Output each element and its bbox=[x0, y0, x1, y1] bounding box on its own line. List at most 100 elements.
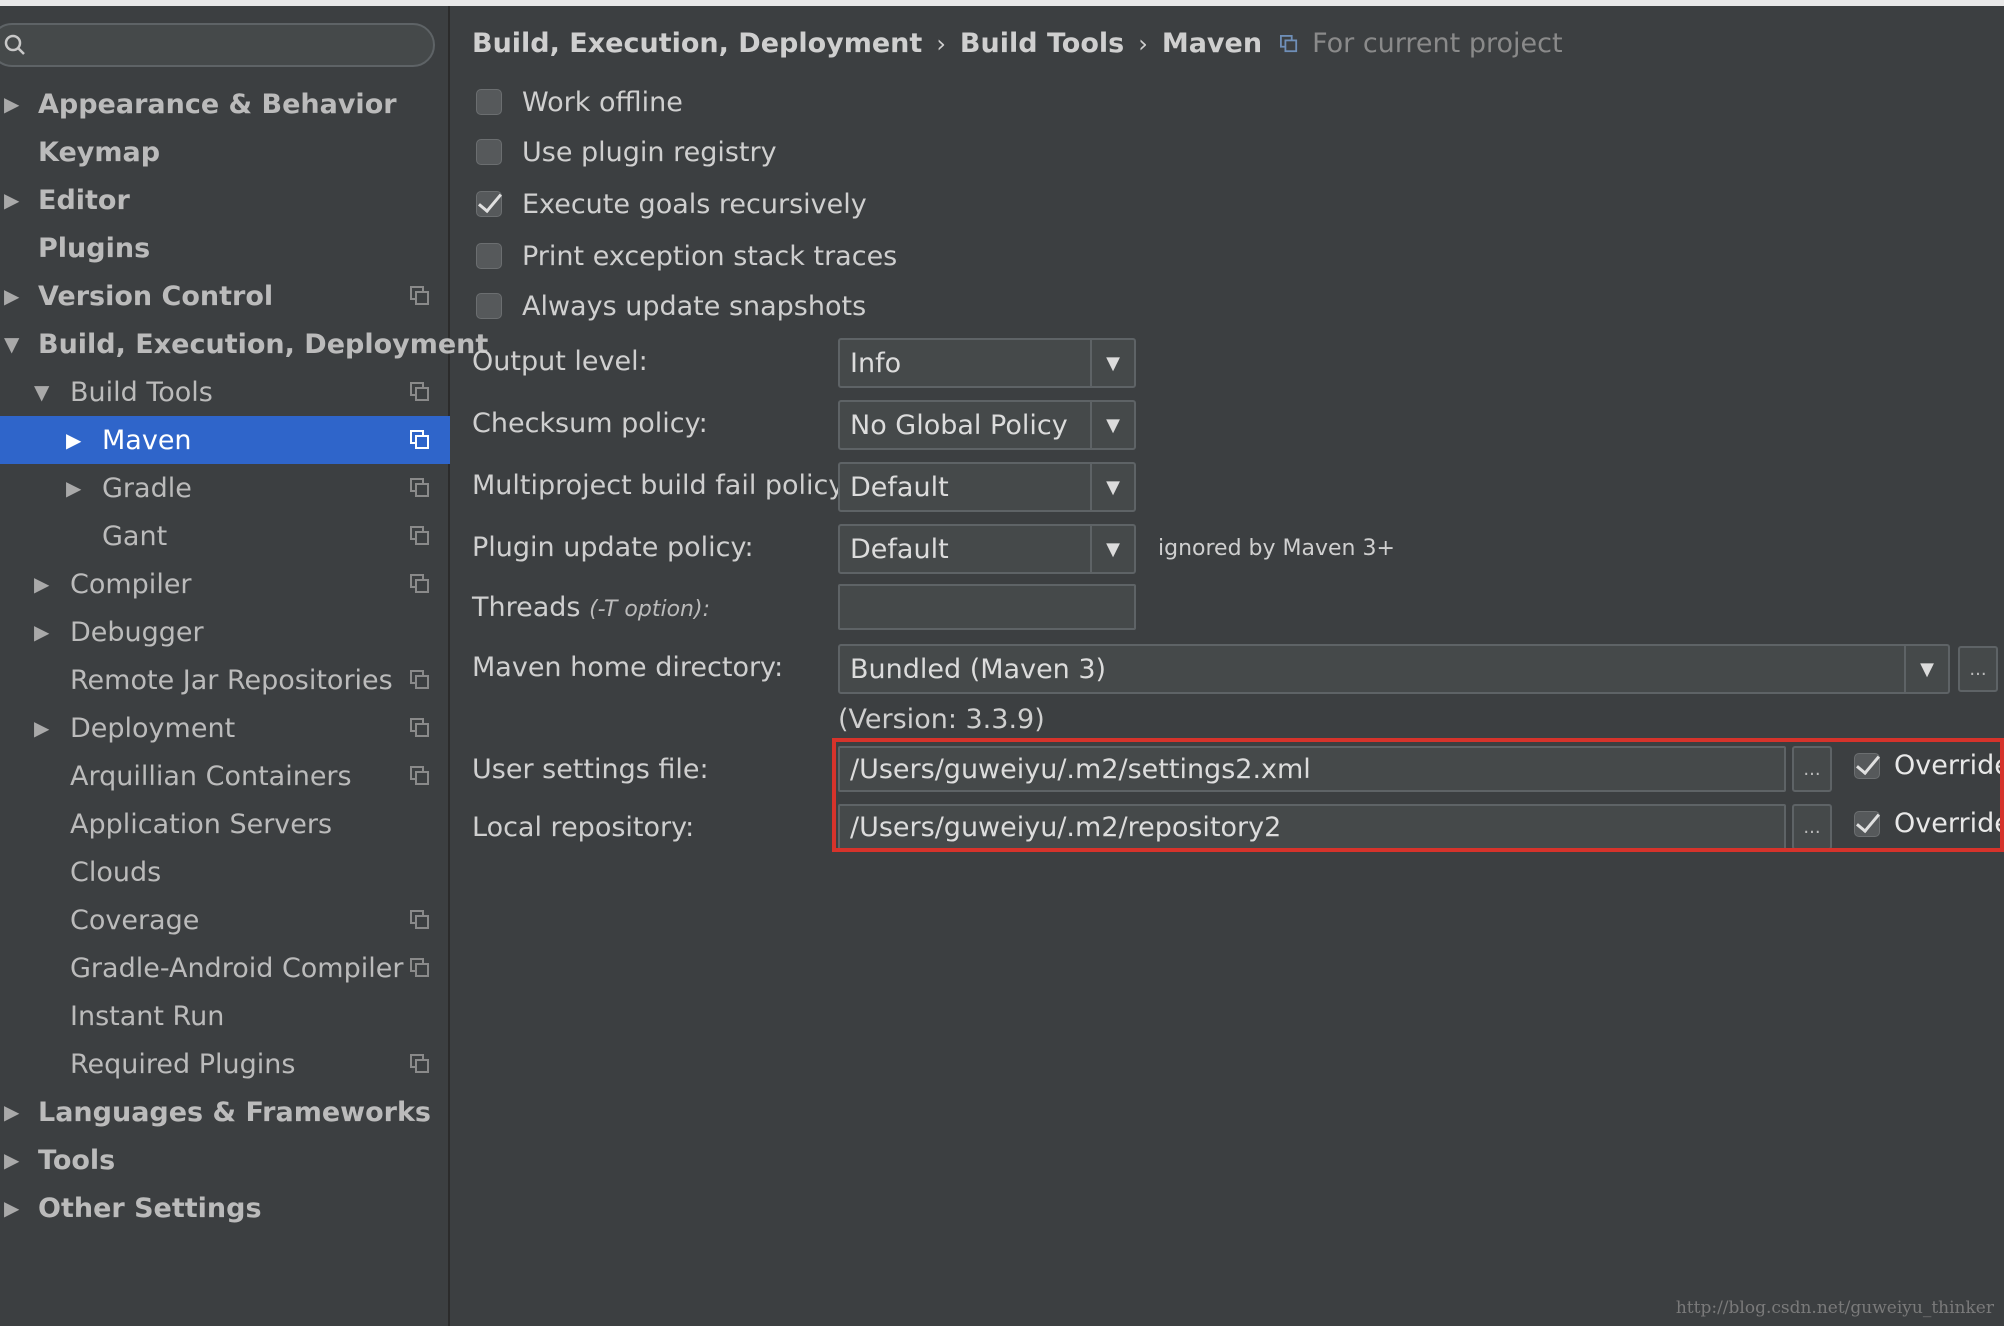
project-level-icon bbox=[410, 286, 429, 305]
sidebar-item-version-control[interactable]: ▶ Version Control bbox=[0, 272, 450, 320]
project-level-icon bbox=[410, 478, 429, 497]
project-level-icon bbox=[410, 430, 429, 449]
print-exception-checkbox[interactable] bbox=[476, 243, 502, 269]
breadcrumb-build-tools: Build Tools bbox=[959, 28, 1125, 59]
checksum-policy-value: No Global Policy bbox=[850, 409, 1068, 441]
checksum-policy-select[interactable]: No Global Policy ▼ bbox=[838, 400, 1136, 450]
always-update-snapshots-checkbox[interactable] bbox=[476, 293, 502, 319]
maven-home-browse-button[interactable]: ... bbox=[1958, 646, 1998, 692]
local-repository-label: Local repository: bbox=[472, 812, 695, 843]
dropdown-arrow-icon[interactable]: ▼ bbox=[1090, 464, 1134, 510]
work-offline-checkbox[interactable] bbox=[476, 89, 502, 115]
multiproject-fail-policy-label: Multiproject build fail policy: bbox=[472, 470, 852, 501]
threads-hint: (-T option): bbox=[589, 597, 710, 622]
project-level-icon bbox=[410, 718, 429, 737]
dropdown-arrow-icon[interactable]: ▼ bbox=[1090, 402, 1134, 448]
chevron-right-icon[interactable]: ▶ bbox=[4, 1150, 24, 1170]
project-level-icon bbox=[410, 670, 429, 689]
sidebar-item-tools[interactable]: ▶ Tools bbox=[0, 1136, 450, 1184]
for-current-project-note: For current project bbox=[1312, 28, 1563, 59]
breadcrumb-build-execution-deployment: Build, Execution, Deployment bbox=[472, 28, 923, 59]
threads-input[interactable] bbox=[838, 584, 1136, 630]
chevron-right-icon[interactable]: ▶ bbox=[66, 430, 86, 450]
chevron-right-icon[interactable]: ▶ bbox=[4, 1198, 24, 1218]
watermark: http://blog.csdn.net/guweiyu_thinker bbox=[1675, 1298, 1994, 1318]
sidebar-item-gant[interactable]: Gant bbox=[0, 512, 450, 560]
chevron-right-icon[interactable]: ▶ bbox=[34, 718, 54, 738]
sidebar-item-gradle-android-compiler[interactable]: Gradle-Android Compiler bbox=[0, 944, 450, 992]
user-settings-file-label: User settings file: bbox=[472, 754, 709, 785]
chevron-right-icon[interactable]: ▶ bbox=[66, 478, 86, 498]
chevron-right-icon[interactable]: ▶ bbox=[4, 190, 24, 210]
project-level-icon bbox=[1280, 34, 1298, 52]
project-level-icon bbox=[410, 574, 429, 593]
multiproject-fail-policy-select[interactable]: Default ▼ bbox=[838, 462, 1136, 512]
plugin-update-policy-select[interactable]: Default ▼ bbox=[838, 524, 1136, 574]
multiproject-fail-policy-value: Default bbox=[850, 471, 949, 503]
sidebar-item-coverage[interactable]: Coverage bbox=[0, 896, 450, 944]
maven-home-select[interactable]: Bundled (Maven 3) ▼ bbox=[838, 644, 1950, 694]
threads-label: Threads (-T option): bbox=[472, 592, 710, 623]
threads-label-text: Threads bbox=[472, 592, 581, 623]
plugin-update-policy-label: Plugin update policy: bbox=[472, 532, 754, 563]
execute-goals-recursively-option[interactable]: Execute goals recursively bbox=[476, 184, 867, 224]
project-level-icon bbox=[410, 958, 429, 977]
sidebar-item-deployment[interactable]: ▶ Deployment bbox=[0, 704, 450, 752]
sidebar-item-compiler[interactable]: ▶ Compiler bbox=[0, 560, 450, 608]
sidebar-item-languages-frameworks[interactable]: ▶ Languages & Frameworks bbox=[0, 1088, 450, 1136]
output-level-value: Info bbox=[850, 347, 902, 379]
chevron-right-icon[interactable]: ▶ bbox=[34, 574, 54, 594]
settings-sidebar: ▶ Appearance & Behavior Keymap ▶ Editor … bbox=[0, 6, 488, 1326]
dropdown-arrow-icon[interactable]: ▼ bbox=[1904, 646, 1948, 692]
dropdown-arrow-icon[interactable]: ▼ bbox=[1090, 340, 1134, 386]
print-exception-option[interactable]: Print exception stack traces bbox=[476, 236, 897, 276]
sidebar-item-appearance-behavior[interactable]: ▶ Appearance & Behavior bbox=[0, 80, 450, 128]
chevron-down-icon[interactable]: ▼ bbox=[4, 334, 24, 354]
sidebar-item-build-execution-deployment[interactable]: ▼ Build, Execution, Deployment bbox=[0, 320, 488, 368]
breadcrumb: Build, Execution, Deployment › Build Too… bbox=[472, 28, 1563, 59]
sidebar-item-gradle[interactable]: ▶ Gradle bbox=[0, 464, 450, 512]
plugin-update-note: ignored by Maven 3+ bbox=[1158, 536, 1395, 561]
dropdown-arrow-icon[interactable]: ▼ bbox=[1090, 526, 1134, 572]
chevron-right-icon[interactable]: ▶ bbox=[34, 622, 54, 642]
chevron-right-icon[interactable]: ▶ bbox=[4, 286, 24, 306]
sidebar-item-arquillian-containers[interactable]: Arquillian Containers bbox=[0, 752, 450, 800]
chevron-right-icon[interactable]: ▶ bbox=[4, 1102, 24, 1122]
breadcrumb-separator: › bbox=[936, 29, 946, 58]
use-plugin-registry-option[interactable]: Use plugin registry bbox=[476, 132, 777, 172]
checksum-policy-label: Checksum policy: bbox=[472, 408, 708, 439]
search-icon bbox=[4, 34, 25, 55]
project-level-icon bbox=[410, 526, 429, 545]
project-level-icon bbox=[410, 766, 429, 785]
sidebar-item-plugins[interactable]: Plugins bbox=[0, 224, 450, 272]
chevron-right-icon[interactable]: ▶ bbox=[4, 94, 24, 114]
always-update-snapshots-option[interactable]: Always update snapshots bbox=[476, 286, 866, 326]
execute-goals-recursively-checkbox[interactable] bbox=[476, 191, 502, 217]
project-level-icon bbox=[410, 910, 429, 929]
sidebar-item-remote-jar-repositories[interactable]: Remote Jar Repositories bbox=[0, 656, 450, 704]
sidebar-item-build-tools[interactable]: ▼ Build Tools bbox=[0, 368, 450, 416]
plugin-update-policy-value: Default bbox=[850, 533, 949, 565]
breadcrumb-separator: › bbox=[1138, 29, 1148, 58]
work-offline-option[interactable]: Work offline bbox=[476, 82, 683, 122]
output-level-label: Output level: bbox=[472, 346, 648, 377]
sidebar-item-clouds[interactable]: Clouds bbox=[0, 848, 450, 896]
maven-settings-panel: Build, Execution, Deployment › Build Too… bbox=[452, 6, 2004, 1326]
maven-home-value: Bundled (Maven 3) bbox=[850, 653, 1107, 685]
sidebar-item-editor[interactable]: ▶ Editor bbox=[0, 176, 450, 224]
project-level-icon bbox=[410, 382, 429, 401]
sidebar-item-required-plugins[interactable]: Required Plugins bbox=[0, 1040, 450, 1088]
chevron-down-icon[interactable]: ▼ bbox=[34, 382, 54, 402]
sidebar-item-other-settings[interactable]: ▶ Other Settings bbox=[0, 1184, 450, 1232]
sidebar-item-instant-run[interactable]: Instant Run bbox=[0, 992, 450, 1040]
sidebar-item-application-servers[interactable]: Application Servers bbox=[0, 800, 450, 848]
breadcrumb-maven: Maven bbox=[1161, 28, 1263, 59]
sidebar-item-maven[interactable]: ▶ Maven bbox=[0, 416, 450, 464]
use-plugin-registry-checkbox[interactable] bbox=[476, 139, 502, 165]
search-input[interactable] bbox=[0, 23, 435, 67]
maven-version-text: (Version: 3.3.9) bbox=[838, 704, 1045, 735]
sidebar-item-debugger[interactable]: ▶ Debugger bbox=[0, 608, 450, 656]
maven-home-label: Maven home directory: bbox=[472, 652, 784, 683]
output-level-select[interactable]: Info ▼ bbox=[838, 338, 1136, 388]
sidebar-item-keymap[interactable]: Keymap bbox=[0, 128, 450, 176]
